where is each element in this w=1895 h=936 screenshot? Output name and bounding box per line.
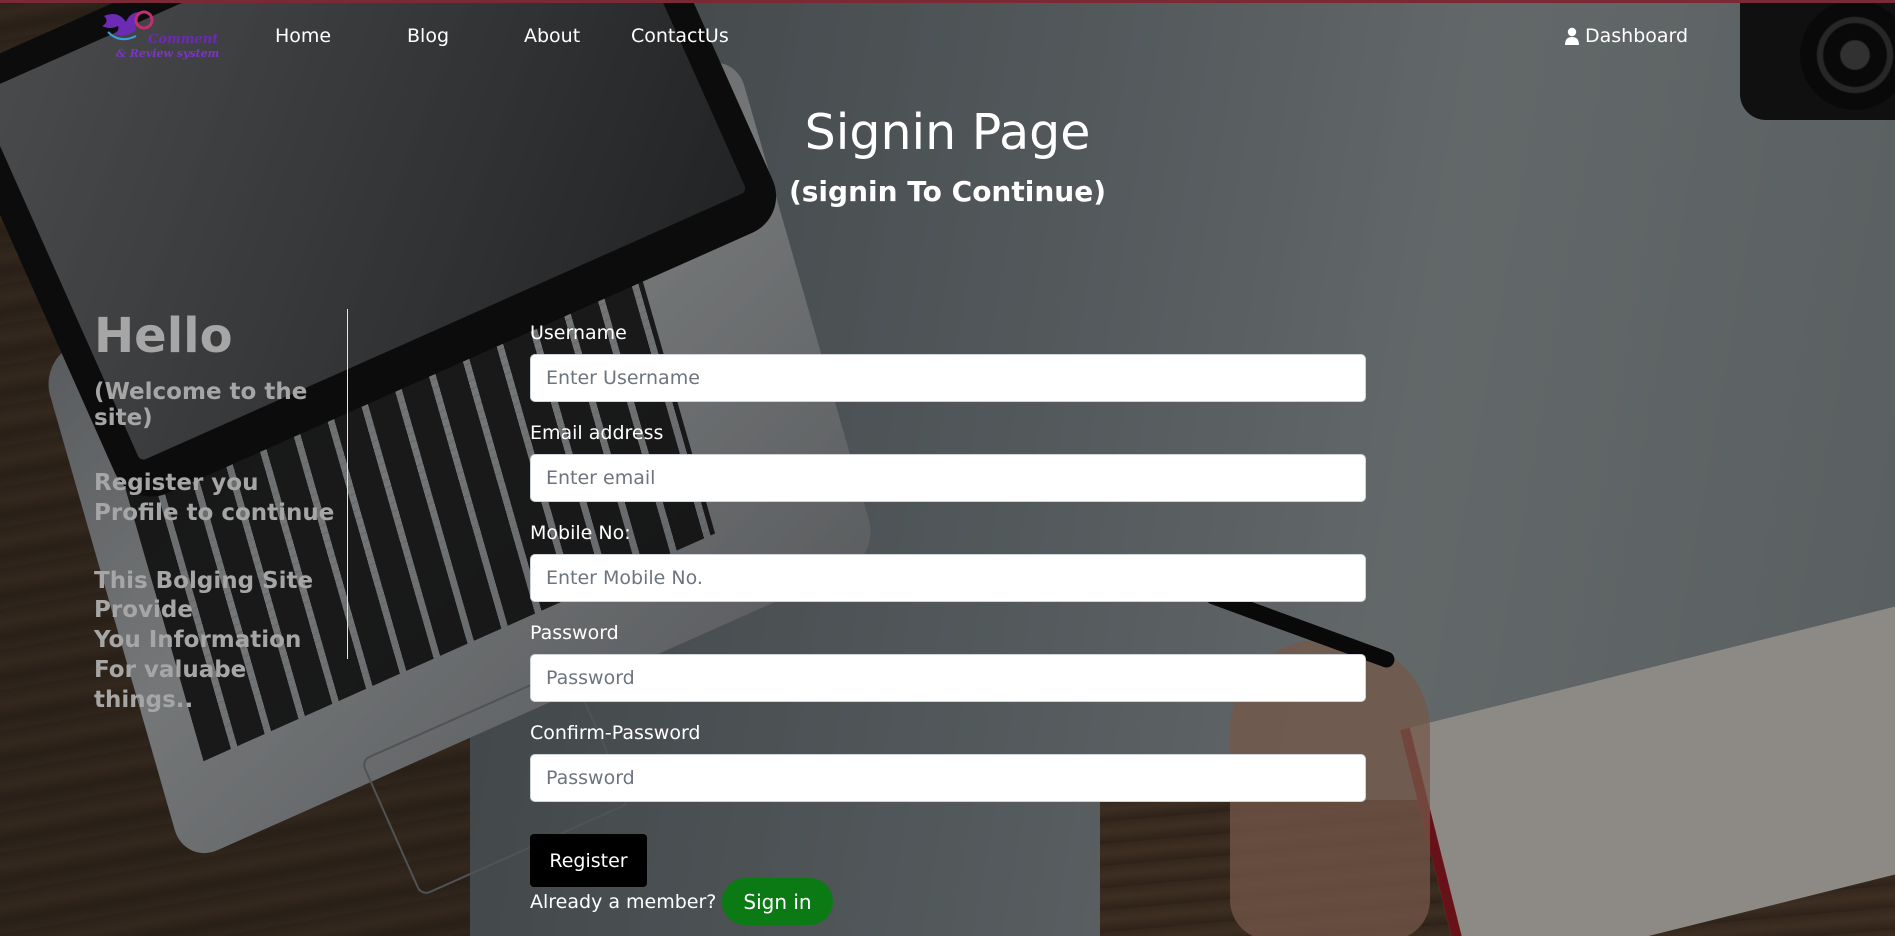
logo-text-comment: Comment <box>148 32 219 47</box>
intro-panel: Hello (Welcome to the site) Register you… <box>94 310 350 716</box>
username-input[interactable] <box>530 354 1366 402</box>
intro-divider <box>347 309 348 659</box>
email-input[interactable] <box>530 454 1366 502</box>
user-icon <box>1565 27 1579 45</box>
username-label: Username <box>530 322 627 344</box>
signup-form: Username Email address Mobile No: Passwo… <box>530 322 1366 822</box>
navbar: Comment & Review system Home Blog About … <box>0 0 1895 74</box>
nav-contact-link[interactable]: ContactUs <box>631 25 729 47</box>
mobile-label: Mobile No: <box>530 522 631 544</box>
mobile-input[interactable] <box>530 554 1366 602</box>
intro-hello: Hello <box>94 308 233 364</box>
page-title: Signin Page <box>804 104 1091 161</box>
nav-dashboard-link[interactable]: Dashboard <box>1565 25 1688 47</box>
password-input[interactable] <box>530 654 1366 702</box>
site-logo[interactable]: Comment & Review system <box>100 6 220 64</box>
intro-register-text: Register you Profile to continue <box>94 469 335 526</box>
nav-home-link[interactable]: Home <box>275 25 331 47</box>
intro-about-line2: You Information For valuabe things.. <box>94 627 302 714</box>
signin-button[interactable]: Sign in <box>722 878 833 925</box>
intro-welcome: (Welcome to the site) <box>94 378 308 431</box>
confirm-password-input[interactable] <box>530 754 1366 802</box>
nav-blog-link[interactable]: Blog <box>407 25 449 47</box>
confirm-password-label: Confirm-Password <box>530 722 701 744</box>
member-row: Already a member? Sign in <box>530 878 833 925</box>
dashboard-label: Dashboard <box>1585 25 1689 47</box>
page-subtitle: (signin To Continue) <box>788 175 1107 208</box>
intro-about-line1: This Bolging Site Provide <box>94 567 314 624</box>
logo-text-review: & Review system <box>116 47 220 60</box>
already-member-text: Already a member? <box>530 890 717 913</box>
email-label: Email address <box>530 422 664 444</box>
intro-about-text: This Bolging Site Provide You Informatio… <box>94 567 350 716</box>
password-label: Password <box>530 622 619 644</box>
nav-about-link[interactable]: About <box>524 25 580 47</box>
